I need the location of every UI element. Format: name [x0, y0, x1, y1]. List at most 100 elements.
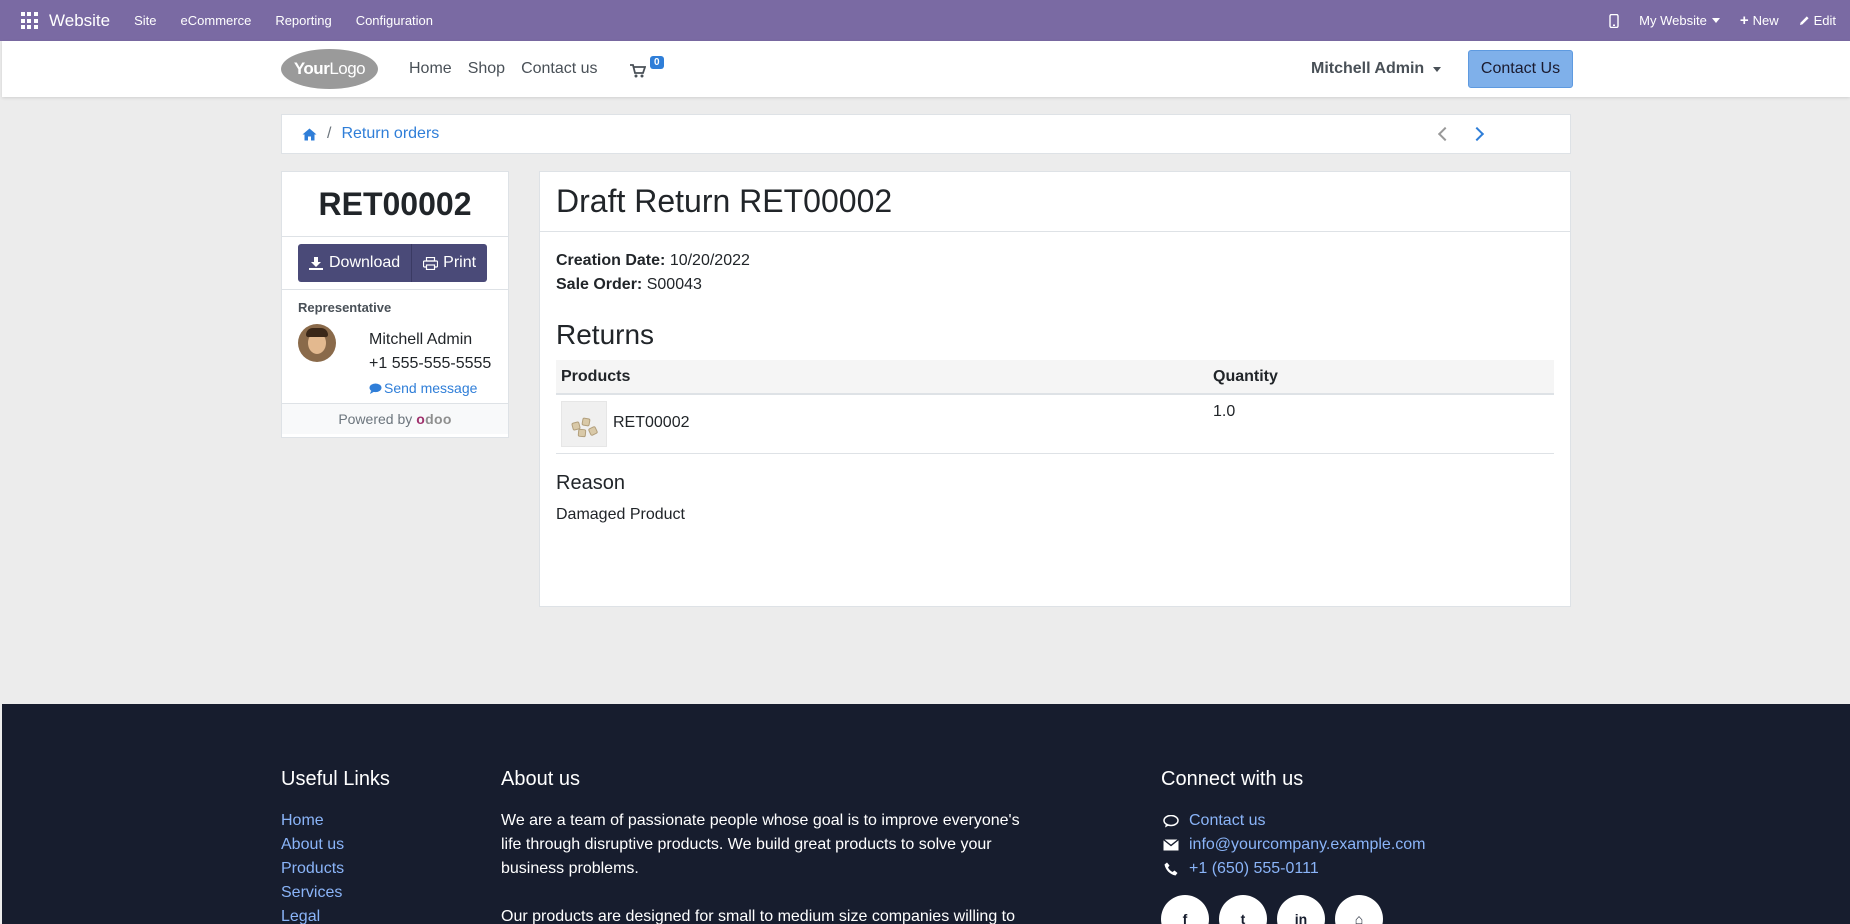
pencil-icon	[1799, 16, 1809, 25]
edit-button-label: Edit	[1813, 13, 1836, 28]
home-icon[interactable]	[302, 128, 317, 141]
logo-text: Logo	[329, 59, 366, 78]
nav-shop[interactable]: Shop	[468, 60, 505, 78]
website-switcher[interactable]: My Website	[1639, 13, 1720, 28]
mobile-preview-button[interactable]	[1609, 13, 1619, 28]
return-detail-card: Draft Return RET00002 Creation Date: 10/…	[539, 171, 1571, 607]
about-us-title: About us	[501, 768, 580, 790]
action-buttons: Download Print	[282, 237, 508, 290]
footer-email-link[interactable]: info@yourcompany.example.com	[1189, 833, 1426, 857]
new-button-label: New	[1752, 13, 1779, 28]
home-icon[interactable]: ⌂	[1335, 895, 1383, 924]
reason-heading: Reason	[556, 472, 625, 494]
print-button[interactable]: Print	[411, 244, 488, 282]
footer-contact-us-link[interactable]: Contact us	[1189, 809, 1265, 833]
phone-icon	[1164, 862, 1178, 876]
admin-menu-reporting[interactable]: Reporting	[275, 13, 331, 28]
breadcrumb: / Return orders	[281, 114, 1571, 154]
previous-record-icon[interactable]	[1437, 126, 1453, 142]
print-icon	[423, 256, 439, 270]
useful-links-title: Useful Links	[281, 768, 390, 790]
linkedin-icon[interactable]: in	[1277, 895, 1325, 924]
odoo-logo[interactable]: odoo	[416, 411, 451, 427]
powered-by-label: Powered by	[338, 411, 413, 427]
table-row: RET00002 1.0	[556, 395, 1554, 454]
return-title: Draft Return RET00002	[540, 172, 1570, 232]
facebook-icon[interactable]: f	[1161, 895, 1209, 924]
nav-contact-us[interactable]: Contact us	[521, 60, 597, 78]
creation-date-label: Creation Date:	[556, 252, 666, 269]
admin-menu-configuration[interactable]: Configuration	[356, 13, 433, 28]
table-header: Products Quantity	[556, 360, 1554, 395]
social-links: f t in ⌂	[1161, 895, 1561, 924]
representative-section: Representative Mitchell Admin +1 555-555…	[282, 290, 508, 404]
plus-icon: +	[1739, 12, 1749, 29]
return-sidebar: RET00002 Download Print Representative M…	[281, 171, 509, 438]
sale-order-label: Sale Order:	[556, 276, 643, 293]
representative-phone: +1 555-555-5555	[369, 355, 492, 372]
mobile-icon	[1609, 13, 1619, 28]
website-switcher-label: My Website	[1639, 13, 1707, 28]
connect-title: Connect with us	[1161, 768, 1304, 790]
footer-link-products[interactable]: Products	[281, 857, 461, 881]
about-us-paragraph-2: Our products are designed for small to m…	[501, 908, 1016, 924]
main-nav: Home Shop Contact us	[409, 41, 614, 97]
column-quantity: Quantity	[1213, 367, 1278, 385]
footer-link-legal[interactable]: Legal	[281, 905, 461, 924]
twitter-icon[interactable]: t	[1219, 895, 1267, 924]
reason-value: Damaged Product	[556, 506, 685, 523]
column-products: Products	[561, 367, 631, 385]
website-header: Your Logo Home Shop Contact us 0 Mitchell…	[2, 41, 1850, 97]
envelope-icon	[1163, 839, 1179, 851]
user-menu[interactable]: Mitchell Admin	[1311, 41, 1442, 97]
contact-us-button[interactable]: Contact Us	[1468, 50, 1573, 88]
caret-down-icon	[1711, 18, 1720, 23]
new-button[interactable]: + New	[1740, 12, 1779, 29]
cart-link[interactable]: 0	[630, 56, 670, 84]
send-message-label: Send message	[384, 380, 478, 396]
next-record-icon[interactable]	[1469, 126, 1485, 142]
admin-navbar: Website Site eCommerce Reporting Configu…	[0, 0, 1850, 41]
returns-heading: Returns	[556, 319, 655, 350]
product-quantity: 1.0	[1213, 403, 1236, 420]
send-message-link[interactable]: Send message	[369, 380, 477, 396]
about-us-paragraph-1: We are a team of passionate people whose…	[501, 812, 1020, 877]
chat-icon	[1163, 814, 1179, 827]
admin-brand[interactable]: Website	[49, 11, 110, 31]
admin-menu-site[interactable]: Site	[134, 13, 156, 28]
logo-text-bold: Your	[293, 59, 330, 78]
footer-phone-link[interactable]: +1 (650) 555-0111	[1189, 857, 1319, 881]
sale-order-value: S00043	[646, 276, 702, 293]
powered-by: Powered by odoo	[282, 404, 508, 434]
footer-connect: Connect with us Contact us info@yourcomp…	[1161, 768, 1561, 924]
return-meta: Creation Date: 10/20/2022 Sale Order: S0…	[556, 249, 750, 297]
company-logo[interactable]: Your Logo	[281, 49, 378, 89]
admin-menu-ecommerce[interactable]: eCommerce	[181, 13, 252, 28]
footer-useful-links: Useful Links Home About us Products Serv…	[281, 768, 461, 924]
footer-link-home[interactable]: Home	[281, 809, 461, 833]
record-pager	[1437, 125, 1485, 142]
return-reference: RET00002	[282, 172, 508, 237]
representative-name: Mitchell Admin	[369, 331, 473, 348]
caret-down-icon	[1433, 66, 1442, 72]
cart-icon	[630, 64, 646, 78]
nav-home[interactable]: Home	[409, 60, 452, 78]
site-footer: Useful Links Home About us Products Serv…	[2, 704, 1850, 924]
user-name: Mitchell Admin	[1311, 60, 1425, 77]
download-label: Download	[329, 254, 401, 271]
product-thumbnail	[561, 401, 607, 447]
breadcrumb-separator: /	[327, 125, 332, 142]
footer-link-services[interactable]: Services	[281, 881, 461, 905]
product-name: RET00002	[613, 414, 690, 431]
cart-count-badge: 0	[650, 56, 664, 69]
returns-table: Products Quantity RET00002 1.0	[556, 360, 1554, 454]
apps-menu-icon[interactable]	[18, 10, 40, 32]
edit-button[interactable]: Edit	[1799, 13, 1836, 28]
creation-date-value: 10/20/2022	[669, 252, 750, 269]
breadcrumb-return-orders[interactable]: Return orders	[341, 125, 439, 143]
print-label: Print	[443, 254, 477, 271]
footer-link-about-us[interactable]: About us	[281, 833, 461, 857]
chat-icon	[369, 383, 382, 394]
download-button[interactable]: Download	[298, 244, 412, 282]
footer-about-us: About us We are a team of passionate peo…	[501, 768, 1041, 924]
